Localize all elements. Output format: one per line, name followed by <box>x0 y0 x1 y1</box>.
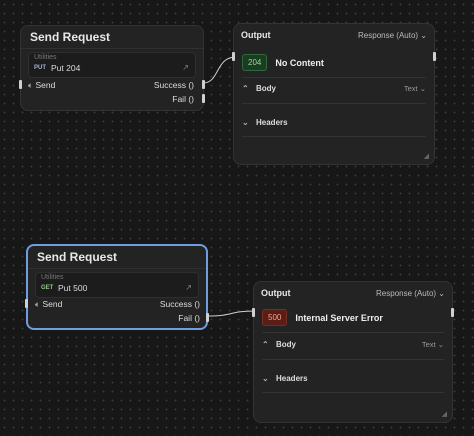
status-row: 500 Internal Server Error <box>262 309 383 326</box>
headers-label: Headers <box>276 373 308 383</box>
body-section[interactable]: ⌃ Body Text ⌄ <box>242 79 426 97</box>
chevron-down-icon: ⌄ <box>262 373 269 383</box>
chevron-up-icon: ⌃ <box>242 83 249 93</box>
fail-output-label: Fail () <box>178 313 200 323</box>
status-row: 204 No Content <box>242 54 324 71</box>
success-output-label: Success () <box>153 80 194 90</box>
body-label: Body <box>256 83 276 93</box>
headers-label: Headers <box>256 117 288 127</box>
http-method-badge: PUT <box>34 65 46 71</box>
body-section[interactable]: ⌃ Body Text ⌄ <box>262 335 444 353</box>
response-mode-label: Response (Auto) <box>358 30 419 40</box>
open-request-icon[interactable]: ↗ <box>182 63 189 72</box>
divider <box>242 103 426 104</box>
category-label: Utilities <box>34 54 57 61</box>
response-mode-label: Response (Auto) <box>376 288 437 298</box>
wire-success-to-output-1 <box>202 56 237 84</box>
output-input-port[interactable] <box>232 52 235 61</box>
status-badge: 204 <box>242 54 268 71</box>
divider <box>262 332 444 333</box>
speaker-icon: 🔈︎ <box>28 80 34 90</box>
speaker-icon: 🔈︎ <box>35 299 41 309</box>
http-method-badge: GET <box>41 285 54 291</box>
body-label: Body <box>276 339 296 349</box>
send-label: Send <box>42 299 63 309</box>
resize-handle-icon[interactable]: ◢ <box>442 410 447 418</box>
resize-handle-icon[interactable]: ◢ <box>424 152 429 160</box>
node-title: Send Request <box>28 246 206 269</box>
chevron-up-icon: ⌃ <box>262 339 269 349</box>
request-name: Put 500 <box>58 283 88 293</box>
output-right-port[interactable] <box>433 52 436 61</box>
body-format-dropdown[interactable]: Text ⌄ <box>404 84 426 93</box>
request-name: Put 204 <box>51 63 81 73</box>
request-selector[interactable]: Utilities GET Put 500 ↗ <box>35 272 199 298</box>
status-text: Internal Server Error <box>295 312 383 323</box>
category-label: Utilities <box>41 274 64 281</box>
fail-output-port[interactable] <box>202 94 205 103</box>
chevron-down-icon: ⌄ <box>242 117 249 127</box>
divider <box>242 136 426 137</box>
headers-section[interactable]: ⌄ Headers <box>262 369 444 387</box>
output-node-2[interactable]: Output Response (Auto) ⌄ 500 Internal Se… <box>252 281 454 423</box>
fail-output-label: Fail () <box>172 94 194 104</box>
response-mode-dropdown[interactable]: Response (Auto) ⌄ <box>376 289 445 298</box>
divider <box>242 77 426 78</box>
divider <box>262 359 444 360</box>
chevron-down-icon: ⌄ <box>437 339 444 349</box>
fail-output-port[interactable] <box>206 313 209 322</box>
success-output-label: Success () <box>159 299 200 309</box>
body-format-label: Text <box>403 83 418 93</box>
node-title: Send Request <box>21 26 203 49</box>
output-node-1[interactable]: Output Response (Auto) ⌄ 204 No Content … <box>232 23 436 165</box>
request-selector[interactable]: Utilities PUT Put 204 ↗ <box>28 52 196 78</box>
send-input-port[interactable] <box>19 80 22 89</box>
open-request-icon[interactable]: ↗ <box>185 283 192 292</box>
send-request-node-2[interactable]: Send Request Utilities GET Put 500 ↗ 🔈︎ … <box>25 244 209 330</box>
divider <box>262 392 444 393</box>
body-format-label: Text <box>421 339 436 349</box>
output-input-port[interactable] <box>252 308 255 317</box>
send-trigger[interactable]: 🔈︎ Send <box>28 80 55 91</box>
output-title: Output <box>241 30 271 40</box>
output-right-port[interactable] <box>451 308 454 317</box>
send-input-port[interactable] <box>25 299 28 308</box>
output-title: Output <box>261 288 291 298</box>
wire-fail-to-output-2 <box>206 310 257 317</box>
chevron-down-icon: ⌄ <box>419 83 426 93</box>
response-mode-dropdown[interactable]: Response (Auto) ⌄ <box>358 31 427 40</box>
chevron-down-icon: ⌄ <box>438 288 445 298</box>
chevron-down-icon: ⌄ <box>420 30 427 40</box>
send-request-node-1[interactable]: Send Request Utilities PUT Put 204 ↗ 🔈︎ … <box>19 25 205 111</box>
send-label: Send <box>35 80 56 90</box>
body-format-dropdown[interactable]: Text ⌄ <box>422 340 444 349</box>
headers-section[interactable]: ⌄ Headers <box>242 113 426 131</box>
success-output-port[interactable] <box>202 80 205 89</box>
status-badge: 500 <box>262 309 288 326</box>
status-text: No Content <box>275 57 324 68</box>
send-trigger[interactable]: 🔈︎ Send <box>35 299 62 310</box>
